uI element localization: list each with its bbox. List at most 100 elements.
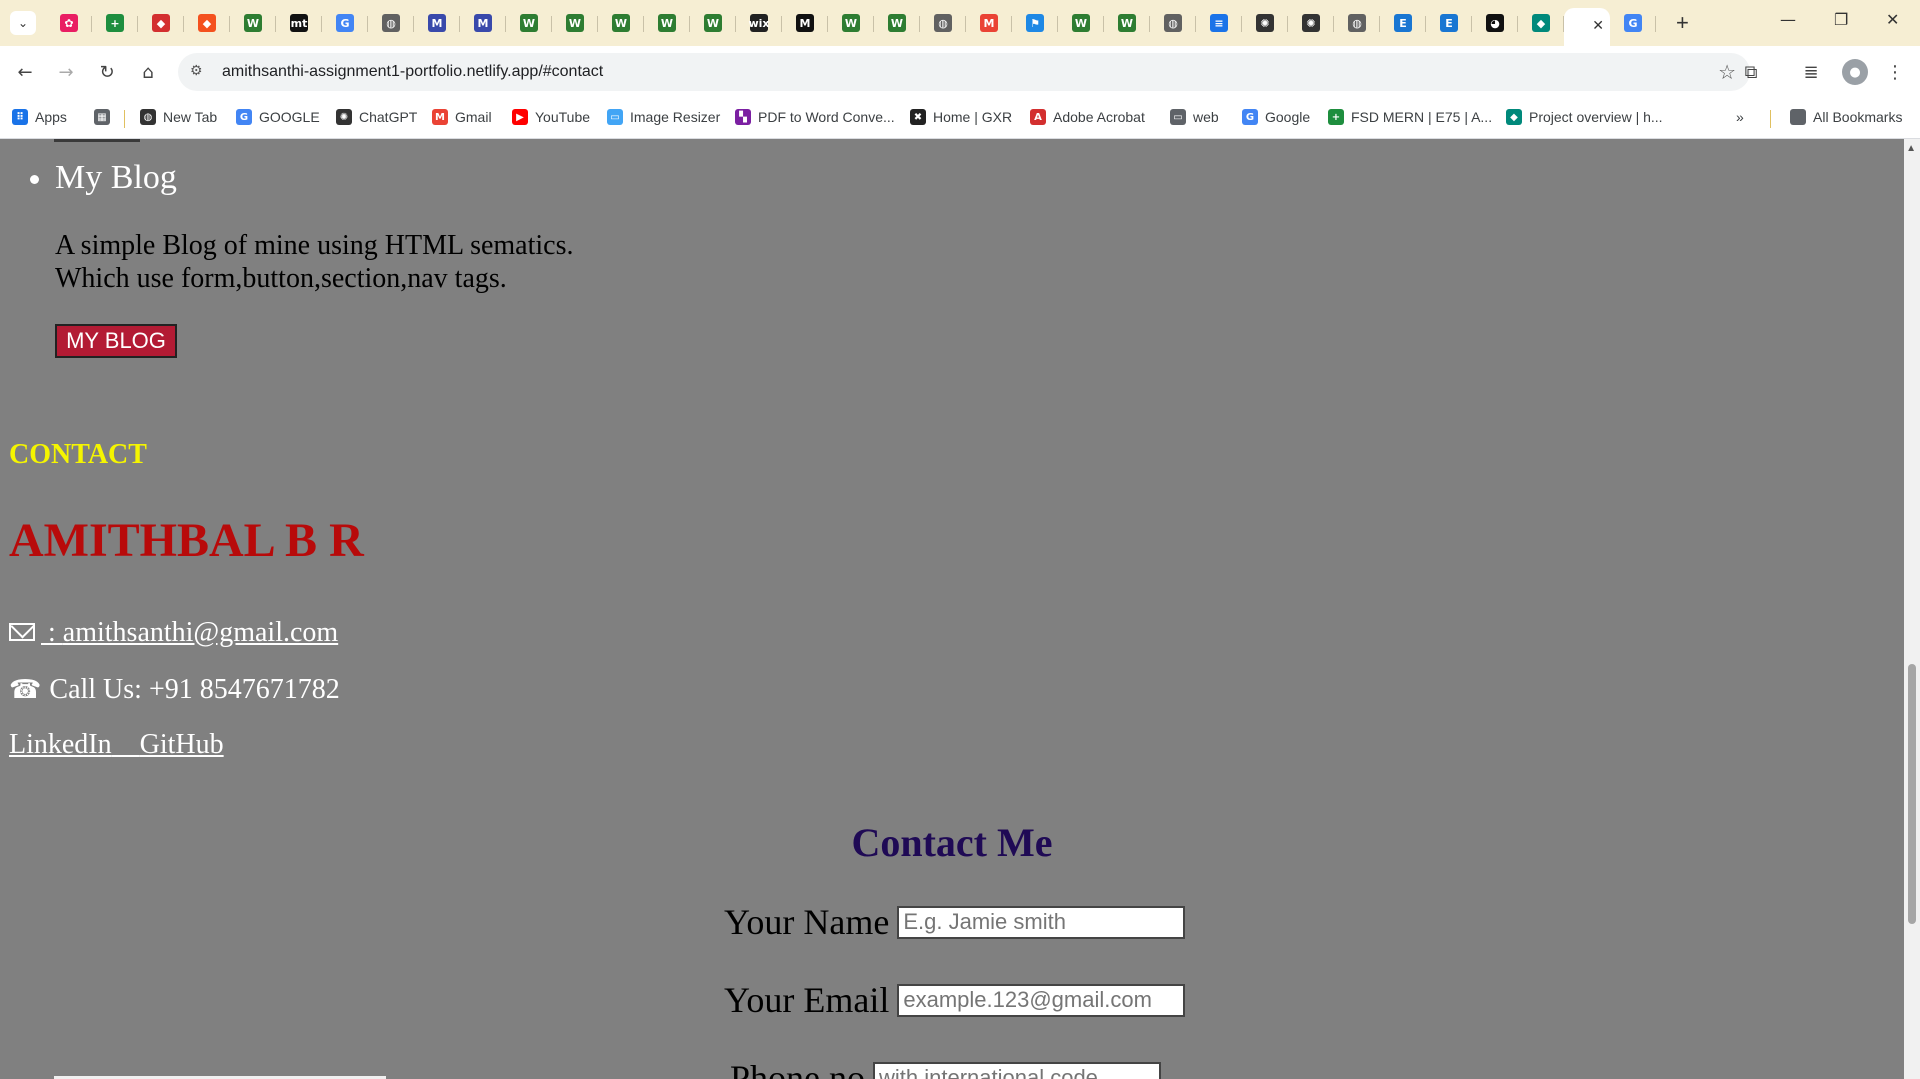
browser-tab[interactable]: ◍ <box>1334 8 1380 38</box>
page-scrollbar[interactable] <box>1904 139 1920 1079</box>
browser-tab[interactable]: W <box>690 8 736 38</box>
media-controls-icon[interactable]: ≣ <box>1798 59 1824 85</box>
more-bookmarks-chevron-icon[interactable]: » <box>1736 109 1744 125</box>
bookmark-item[interactable]: ▚ PDF to Word Conve... <box>735 109 895 125</box>
browser-tab[interactable]: ◍ <box>920 8 966 38</box>
bookmark-label: web <box>1193 109 1219 125</box>
tab-search-icon[interactable]: ⌄ <box>10 11 36 35</box>
reload-icon[interactable]: ↻ <box>94 59 120 85</box>
browser-tab[interactable]: G <box>1610 8 1656 38</box>
bookmark-item[interactable]: ▭ web <box>1170 109 1219 125</box>
menu-kebab-icon[interactable]: ⋮ <box>1882 59 1908 85</box>
bookmark-label: PDF to Word Conve... <box>758 109 895 125</box>
browser-tab[interactable]: W <box>230 8 276 38</box>
browser-tab[interactable]: M <box>414 8 460 38</box>
bookmark-item[interactable]: M Gmail <box>432 109 492 125</box>
description-line-1: A simple Blog of mine using HTML sematic… <box>55 230 574 261</box>
gmail-icon: M <box>432 109 448 125</box>
browser-tab[interactable]: ◆ <box>1518 8 1564 38</box>
restore-icon[interactable]: ❐ <box>1834 10 1848 29</box>
browser-tab[interactable]: ✿ <box>46 8 92 38</box>
bookmark-item[interactable]: ▦ <box>94 109 117 125</box>
back-arrow-icon[interactable]: ← <box>12 59 38 85</box>
browser-tab[interactable]: mt <box>276 8 322 38</box>
browser-tab[interactable]: W <box>552 8 598 38</box>
bookmark-item[interactable]: ✺ ChatGPT <box>336 109 417 125</box>
bookmark-label: Project overview | h... <box>1529 109 1663 125</box>
bookmark-item[interactable]: ⠿ Apps <box>12 109 67 125</box>
browser-tab[interactable]: ✺ <box>1288 8 1334 38</box>
all-bookmarks-button[interactable]: All Bookmarks <box>1790 109 1902 125</box>
browser-tab[interactable]: W <box>828 8 874 38</box>
profile-avatar[interactable]: ● <box>1842 59 1868 85</box>
bookmark-star-icon[interactable]: ☆ <box>1718 60 1736 84</box>
address-bar[interactable]: ⚙ amithsanthi-assignment1-portfolio.netl… <box>178 53 1750 91</box>
phone-row: ☎ Call Us: +91 8547671782 <box>9 674 340 706</box>
my-blog-button[interactable]: MY BLOG <box>55 324 177 358</box>
sheets-icon: + <box>106 14 124 32</box>
browser-tab[interactable]: M <box>966 8 1012 38</box>
browser-tab[interactable]: ◕ <box>1472 8 1518 38</box>
browser-tab[interactable]: ✕ <box>1564 8 1610 46</box>
forward-arrow-icon[interactable]: → <box>53 59 79 85</box>
phone-input[interactable] <box>873 1061 1161 1079</box>
phone-label: Phone no <box>730 1058 865 1079</box>
minimize-icon[interactable]: — <box>1780 10 1796 29</box>
linkedin-link[interactable]: LinkedIn <box>9 729 112 760</box>
browser-tab[interactable]: W <box>1104 8 1150 38</box>
w-icon: W <box>612 14 630 32</box>
bookmark-item[interactable]: ▭ Image Resizer <box>607 109 720 125</box>
openai-icon: ✺ <box>1256 14 1274 32</box>
scroll-up-arrow-icon[interactable]: ▲ <box>1906 143 1916 154</box>
browser-tab[interactable]: W <box>506 8 552 38</box>
bookmark-item[interactable]: A Adobe Acrobat <box>1030 109 1145 125</box>
bookmark-item[interactable]: ◆ Project overview | h... <box>1506 109 1663 125</box>
browser-tab[interactable]: ◆ <box>184 8 230 38</box>
browser-tab[interactable]: ≡ <box>1196 8 1242 38</box>
owner-name: AMITHBAL B R <box>9 514 364 567</box>
site-info-icon[interactable]: ⚙ <box>190 62 203 79</box>
name-input[interactable] <box>897 905 1186 939</box>
email-link[interactable]: : amithsanthi@gmail.com <box>9 617 338 649</box>
bookmark-label: Gmail <box>455 109 492 125</box>
browser-tab[interactable]: ◆ <box>138 8 184 38</box>
browser-tab[interactable]: + <box>92 8 138 38</box>
folder-icon: ▭ <box>1170 109 1186 125</box>
browser-tab[interactable]: W <box>874 8 920 38</box>
browser-tab[interactable]: M <box>460 8 506 38</box>
extensions-icon[interactable]: ⧉ <box>1738 59 1764 85</box>
github-link[interactable]: GitHub <box>140 729 224 760</box>
browser-tab[interactable]: W <box>644 8 690 38</box>
bookmark-item[interactable]: + FSD MERN | E75 | A... <box>1328 109 1492 125</box>
all-bookmarks-label: All Bookmarks <box>1813 109 1903 125</box>
pdf-word-icon: ▚ <box>735 109 751 125</box>
browser-tab[interactable]: G <box>322 8 368 38</box>
browser-tab[interactable]: wix <box>736 8 782 38</box>
bookmark-item[interactable]: ◍ New Tab <box>140 109 217 125</box>
window-close-icon[interactable]: ✕ <box>1886 10 1899 29</box>
email-address: amithsanthi@gmail.com <box>62 617 339 648</box>
browser-tab[interactable]: ◍ <box>1150 8 1196 38</box>
browser-tab[interactable]: W <box>598 8 644 38</box>
bookmark-item[interactable]: ▶ YouTube <box>512 109 590 125</box>
scrollbar-thumb[interactable] <box>1908 664 1916 924</box>
tab-close-icon[interactable]: ✕ <box>1592 17 1604 34</box>
bookmark-item[interactable]: G Google <box>1242 109 1310 125</box>
browser-tab[interactable]: M <box>782 8 828 38</box>
w-icon: W <box>1072 14 1090 32</box>
email-row: : amithsanthi@gmail.com <box>9 617 338 649</box>
browser-tab[interactable]: ⚑ <box>1012 8 1058 38</box>
browser-tab[interactable]: E <box>1426 8 1472 38</box>
w-icon: W <box>704 14 722 32</box>
email-input[interactable] <box>897 983 1186 1017</box>
browser-tab[interactable]: ✺ <box>1242 8 1288 38</box>
browser-tab[interactable]: W <box>1058 8 1104 38</box>
url-text[interactable]: amithsanthi-assignment1-portfolio.netlif… <box>222 63 603 81</box>
bookmark-item[interactable]: G GOOGLE <box>236 109 320 125</box>
browser-tab[interactable]: E <box>1380 8 1426 38</box>
home-icon[interactable]: ⌂ <box>135 59 161 85</box>
browser-tab[interactable]: ◍ <box>368 8 414 38</box>
bookmark-item[interactable]: ✖ Home | GXR <box>910 109 1012 125</box>
new-tab-button[interactable]: + <box>1676 10 1689 36</box>
e-icon: E <box>1394 14 1412 32</box>
